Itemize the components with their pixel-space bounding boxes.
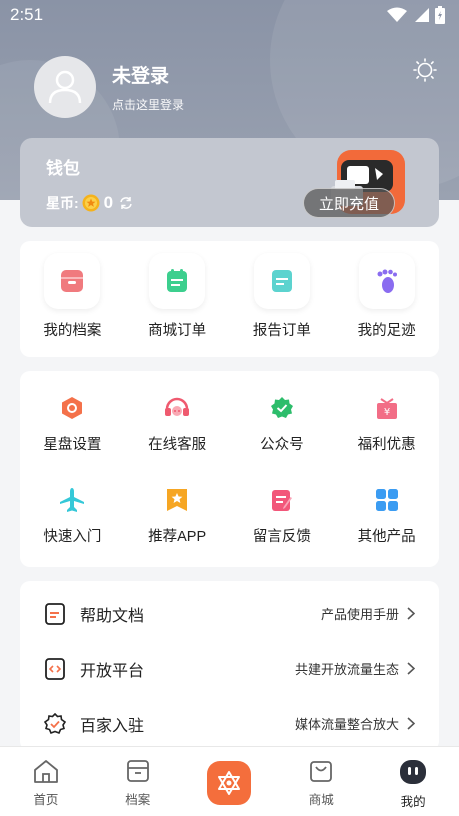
help-doc-icon xyxy=(45,602,65,625)
tab-label: 首页 xyxy=(33,793,59,807)
archive-icon xyxy=(61,270,84,292)
link-subtitle: 产品使用手册 xyxy=(320,607,399,622)
order-item-report[interactable]: 报告订单 xyxy=(230,241,335,340)
order-item-label: 我的档案 xyxy=(43,323,102,339)
order-item-label: 报告订单 xyxy=(252,323,311,339)
service-quick-start[interactable]: 快速入门 xyxy=(20,463,125,555)
service-label: 在线客服 xyxy=(148,437,207,453)
chevron-right-icon xyxy=(407,662,415,675)
wallet-coins: 星币: 0 xyxy=(46,193,133,213)
link-help-docs[interactable]: 帮助文档 产品使用手册 xyxy=(20,586,439,641)
login-prompt[interactable]: 点击这里登录 xyxy=(112,96,184,113)
profile-name: 未登录 xyxy=(112,66,170,87)
coins-value: 0 xyxy=(103,193,114,212)
service-label: 推荐APP xyxy=(148,529,207,545)
tab-archive[interactable]: 档案 xyxy=(92,747,184,816)
status-time: 2:51 xyxy=(10,5,44,24)
order-item-archive[interactable]: 我的档案 xyxy=(20,241,125,340)
link-title: 帮助文档 xyxy=(80,607,145,625)
link-subtitle: 共建开放流量生态 xyxy=(294,662,399,677)
recommend-app-icon xyxy=(167,489,188,511)
footprint-icon xyxy=(377,269,397,293)
tab-home[interactable]: 首页 xyxy=(0,747,92,816)
coin-icon xyxy=(82,194,100,212)
recharge-button[interactable]: 立即充值 xyxy=(303,188,395,218)
order-item-mall[interactable]: 商城订单 xyxy=(125,241,230,340)
tab-label: 档案 xyxy=(125,793,151,807)
service-star-chart-settings[interactable]: 星盘设置 xyxy=(20,371,125,463)
battery-icon xyxy=(435,6,445,24)
service-recommend-app[interactable]: 推荐APP xyxy=(125,463,230,555)
order-item-footprint[interactable]: 我的足迹 xyxy=(334,241,439,340)
chevron-right-icon xyxy=(407,717,415,730)
tab-profile[interactable]: 我的 xyxy=(367,747,459,816)
coins-label: 星币: xyxy=(46,195,79,211)
bottom-tab-bar: 首页 档案 商城 我的 xyxy=(0,746,459,816)
service-customer-support[interactable]: 在线客服 xyxy=(125,371,230,463)
svg-text:¥: ¥ xyxy=(383,407,389,418)
tab-mall[interactable]: 商城 xyxy=(275,747,367,816)
service-label: 留言反馈 xyxy=(252,529,311,545)
mall-icon xyxy=(310,761,333,782)
tab-label: 我的 xyxy=(400,795,426,809)
service-label: 星盘设置 xyxy=(43,437,102,453)
services-card: 星盘设置 在线客服 公众号 ¥ 福利优惠 快速入门 推荐APP 留言反馈 其他产 xyxy=(20,371,439,567)
refresh-icon[interactable] xyxy=(119,196,133,210)
tab-center[interactable] xyxy=(184,747,276,816)
service-label: 快速入门 xyxy=(43,529,102,545)
service-official-account[interactable]: 公众号 xyxy=(230,371,335,463)
service-label: 公众号 xyxy=(260,437,304,453)
avatar[interactable] xyxy=(34,56,96,118)
official-account-icon xyxy=(270,397,293,418)
user-icon xyxy=(48,70,82,104)
home-icon xyxy=(33,760,58,783)
archive-tab-icon xyxy=(126,760,149,782)
service-feedback[interactable]: 留言反馈 xyxy=(230,463,335,555)
profile-tab-icon xyxy=(400,760,427,784)
chevron-right-icon xyxy=(407,607,415,620)
service-other-products[interactable]: 其他产品 xyxy=(334,463,439,555)
report-order-icon xyxy=(271,270,292,292)
sun-icon xyxy=(413,58,437,82)
gift-icon: ¥ xyxy=(376,398,397,419)
feedback-icon xyxy=(271,490,292,511)
theme-toggle[interactable] xyxy=(413,58,437,87)
other-products-icon xyxy=(375,489,398,511)
orders-card: 我的档案 商城订单 报告订单 我的足迹 xyxy=(20,241,439,357)
order-item-label: 商城订单 xyxy=(148,323,207,339)
tab-label: 商城 xyxy=(308,793,334,807)
settle-in-icon xyxy=(44,712,66,734)
link-open-platform[interactable]: 开放平台 共建开放流量生态 xyxy=(20,641,439,696)
star-center-icon xyxy=(218,771,241,795)
link-subtitle: 媒体流量整合放大 xyxy=(294,717,399,732)
airplane-icon xyxy=(60,488,85,512)
status-bar: 2:51 xyxy=(0,0,459,30)
service-welfare[interactable]: ¥ 福利优惠 xyxy=(334,371,439,463)
links-card: 帮助文档 产品使用手册 开放平台 共建开放流量生态 百家入驻 媒体流量整合放大 xyxy=(20,581,439,751)
order-item-label: 我的足迹 xyxy=(357,323,416,339)
wallet-card[interactable]: 钱包 星币: 0 立即充值 xyxy=(20,138,439,227)
link-settle-in[interactable]: 百家入驻 媒体流量整合放大 xyxy=(20,696,439,751)
profile-login[interactable]: 未登录 点击这里登录 xyxy=(34,56,184,118)
signal-icon xyxy=(415,8,429,22)
link-title: 开放平台 xyxy=(80,662,145,680)
star-chart-settings-icon xyxy=(62,397,83,419)
link-title: 百家入驻 xyxy=(80,717,145,735)
headset-icon xyxy=(165,397,190,416)
wallet-title: 钱包 xyxy=(46,159,80,178)
service-label: 其他产品 xyxy=(357,529,416,545)
mall-order-icon xyxy=(167,269,188,292)
service-label: 福利优惠 xyxy=(357,437,416,453)
wifi-icon xyxy=(387,7,407,22)
open-platform-icon xyxy=(45,657,65,680)
